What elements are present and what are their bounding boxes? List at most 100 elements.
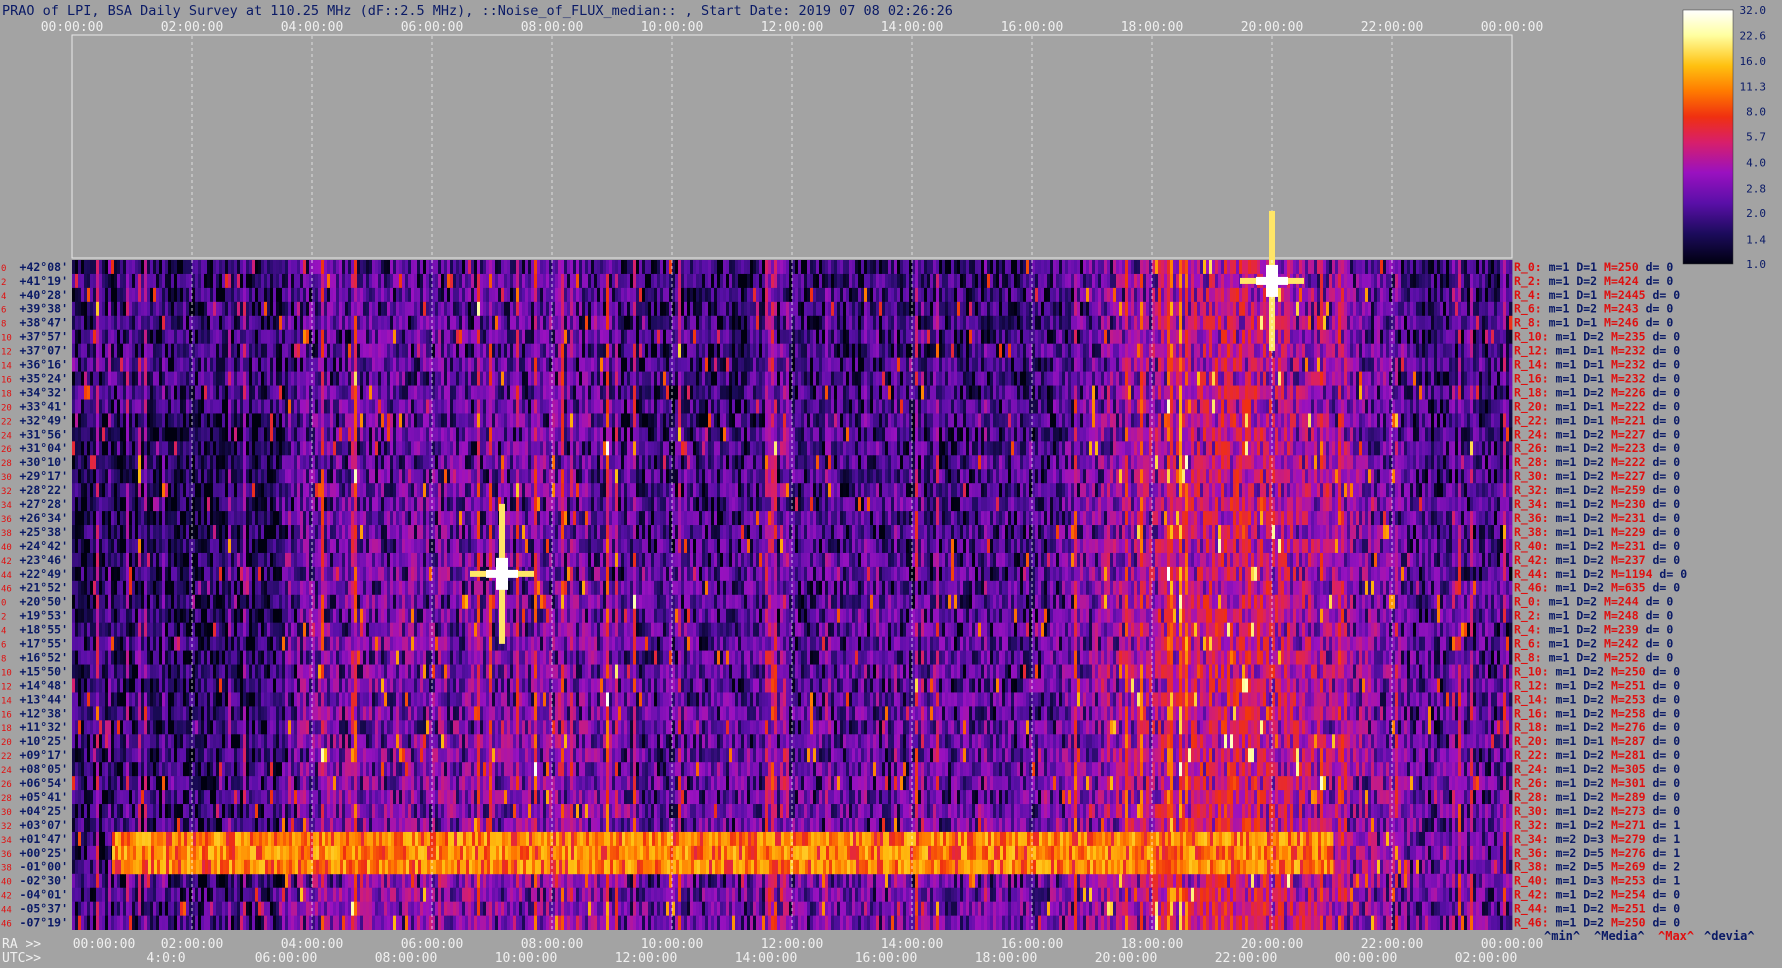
heatmap-cell <box>681 273 685 289</box>
heatmap-cell <box>507 301 511 317</box>
heatmap-cell <box>993 385 997 400</box>
heatmap-cell <box>180 273 184 289</box>
heatmap-cell <box>1446 371 1450 386</box>
heatmap-cell <box>126 399 130 414</box>
heatmap-cell <box>1050 371 1054 386</box>
heatmap-cell <box>264 273 268 289</box>
heatmap-cell <box>306 343 310 359</box>
heatmap-cell <box>87 371 91 386</box>
heatmap-cell <box>228 343 232 359</box>
heatmap-cell <box>897 385 901 400</box>
heatmap-cell <box>1140 315 1144 331</box>
heatmap-cell <box>1365 260 1369 275</box>
heatmap-cell <box>870 287 874 303</box>
heatmap-cell <box>576 357 580 372</box>
heatmap-cell <box>756 329 760 345</box>
heatmap-cell <box>1119 385 1123 400</box>
heatmap-cell <box>777 343 781 359</box>
heatmap-cell <box>1329 315 1333 331</box>
heatmap-cell <box>1464 357 1468 372</box>
heatmap-cell <box>102 260 106 275</box>
heatmap-cell <box>762 343 766 359</box>
heatmap-cell <box>1188 343 1192 359</box>
heatmap-cell <box>411 343 415 359</box>
heatmap-cell <box>486 399 490 414</box>
heatmap-cell <box>1425 357 1429 372</box>
heatmap-cell <box>1443 371 1447 386</box>
heatmap-cell <box>237 273 241 289</box>
heatmap-cell <box>1479 301 1483 317</box>
heatmap-cell <box>678 343 682 359</box>
heatmap-cell <box>657 301 661 317</box>
heatmap-cell <box>492 357 496 372</box>
heatmap-cell <box>549 371 553 386</box>
heatmap-cell <box>1128 301 1132 317</box>
heatmap-cell <box>252 329 256 345</box>
heatmap-cell <box>129 287 133 303</box>
heatmap-cell <box>147 399 151 414</box>
heatmap-cell <box>1284 315 1288 331</box>
heatmap-cell <box>522 371 526 386</box>
heatmap-cell <box>1242 385 1246 400</box>
heatmap-cell <box>288 273 292 289</box>
heatmap-cell <box>249 343 253 359</box>
heatmap-cell <box>1413 315 1417 331</box>
heatmap-cell <box>651 315 655 331</box>
heatmap-cell <box>951 273 955 289</box>
heatmap-cell <box>510 315 514 331</box>
heatmap-cell <box>1146 329 1150 345</box>
heatmap-cell <box>81 301 85 317</box>
heatmap-cell <box>1371 343 1375 359</box>
heatmap-cell <box>747 315 751 331</box>
heatmap-cell <box>1011 343 1015 359</box>
heatmap-cell <box>1254 260 1258 275</box>
heatmap-cell <box>417 371 421 386</box>
heatmap-cell <box>1464 273 1468 289</box>
heatmap-cell <box>645 260 649 275</box>
heatmap-cell <box>501 273 505 289</box>
heatmap-cell <box>471 357 475 372</box>
heatmap-cell <box>1371 357 1375 372</box>
heatmap-cell <box>1221 371 1225 386</box>
heatmap-cell <box>519 329 523 345</box>
heatmap-cell <box>1056 371 1060 386</box>
heatmap-cell <box>942 385 946 400</box>
heatmap-cell <box>75 260 79 275</box>
heatmap-cell <box>927 301 931 317</box>
heatmap-cell <box>1323 315 1327 331</box>
heatmap-cell <box>408 343 412 359</box>
heatmap-cell <box>1041 273 1045 289</box>
heatmap-cell <box>822 371 826 386</box>
heatmap-cell <box>852 343 856 359</box>
heatmap-cell <box>1110 260 1114 275</box>
heatmap-cell <box>717 273 721 289</box>
heatmap-cell <box>1044 260 1048 275</box>
heatmap-cell <box>1098 273 1102 289</box>
heatmap-cell <box>261 343 265 359</box>
heatmap-cell <box>480 343 484 359</box>
heatmap-cell <box>1224 343 1228 359</box>
heatmap-cell <box>513 371 517 386</box>
heatmap-cell <box>252 385 256 400</box>
heatmap-cell <box>1152 287 1156 303</box>
heatmap-cell <box>1113 371 1117 386</box>
heatmap-cell <box>1059 315 1063 331</box>
heatmap-cell <box>711 260 715 275</box>
heatmap-cell <box>162 315 166 331</box>
heatmap-cell <box>396 260 400 275</box>
heatmap-cell <box>462 273 466 289</box>
heatmap-cell <box>648 357 652 372</box>
heatmap-cell <box>1407 329 1411 345</box>
heatmap-cell <box>1326 357 1330 372</box>
heatmap-cell <box>786 357 790 372</box>
heatmap-cell <box>114 315 118 331</box>
heatmap-cell <box>687 260 691 275</box>
heatmap-cell <box>1080 315 1084 331</box>
heatmap-cell <box>720 329 724 345</box>
heatmap-cell <box>624 329 628 345</box>
heatmap-cell <box>315 357 319 372</box>
heatmap-cell <box>1053 343 1057 359</box>
heatmap-cell <box>606 329 610 345</box>
heatmap-cell <box>1074 329 1078 345</box>
heatmap-cell <box>1365 371 1369 386</box>
